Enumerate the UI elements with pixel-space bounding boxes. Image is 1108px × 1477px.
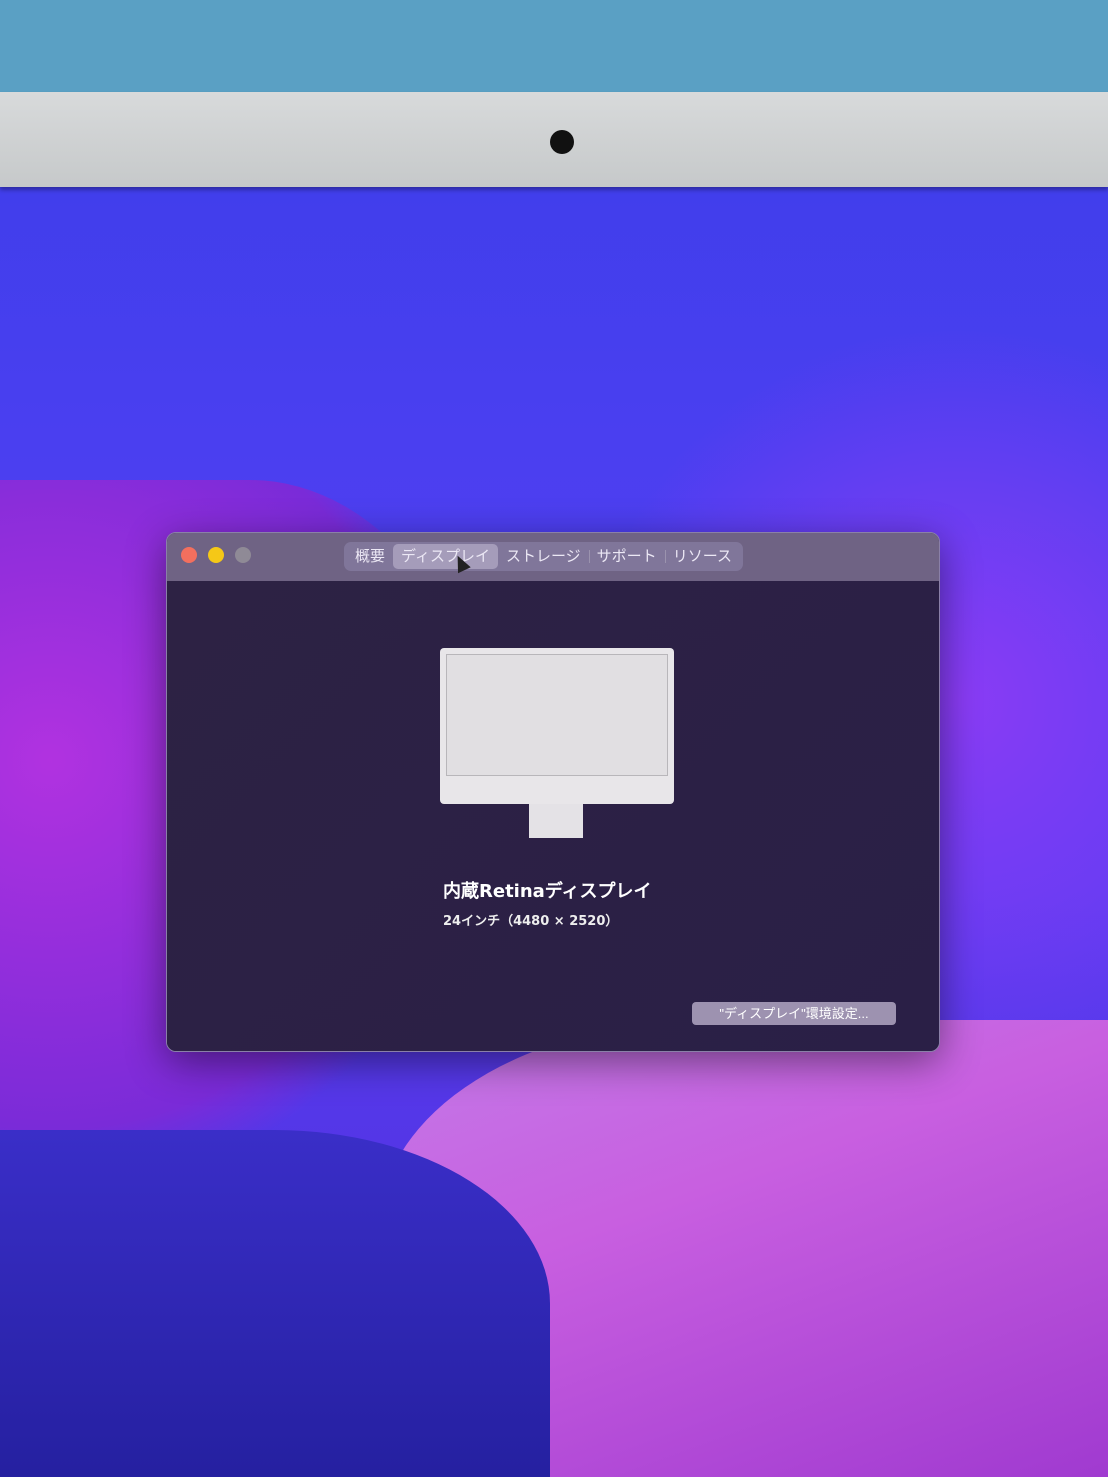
zoom-button[interactable] [235,547,251,563]
titlebar: 概要 ディスプレイ ストレージ サポート リソース [167,533,939,581]
display-name: 内蔵Retinaディスプレイ [443,881,652,902]
imac-display-icon [440,648,674,838]
tab-overview[interactable]: 概要 [347,544,393,569]
background-wall [0,0,1108,95]
wallpaper-shape [0,1130,550,1477]
minimize-button[interactable] [208,547,224,563]
display-preferences-button[interactable]: "ディスプレイ"環境設定... [692,1002,896,1025]
tab-display[interactable]: ディスプレイ [393,544,498,569]
display-panel: 内蔵Retinaディスプレイ 24インチ（4480 × 2520） "ディスプレ… [167,581,939,1051]
display-spec: 24インチ（4480 × 2520） [443,914,619,929]
tab-storage[interactable]: ストレージ [498,544,589,569]
tab-support[interactable]: サポート [588,544,665,569]
tab-bar: 概要 ディスプレイ ストレージ サポート リソース [344,542,743,571]
close-button[interactable] [181,547,197,563]
about-this-mac-window: 概要 ディスプレイ ストレージ サポート リソース 内蔵Retinaディスプレイ… [166,532,940,1052]
tab-resources[interactable]: リソース [664,544,740,569]
camera-icon [550,130,574,154]
